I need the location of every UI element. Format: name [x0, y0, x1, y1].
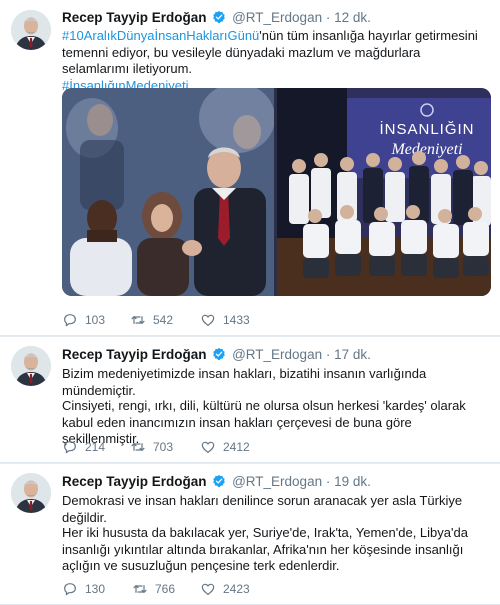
verified-badge-icon: [212, 10, 226, 24]
tweet-timestamp[interactable]: 17 dk.: [334, 347, 371, 362]
tweet-text-paragraph: Cinsiyeti, rengi, ırkı, dili, kültürü ne…: [62, 398, 466, 446]
reply-button[interactable]: 130: [62, 580, 105, 598]
like-button[interactable]: 1433: [200, 311, 250, 329]
retweet-button[interactable]: 542: [130, 311, 173, 329]
avatar[interactable]: [11, 473, 51, 513]
retweet-icon: [132, 581, 148, 597]
like-icon: [200, 439, 216, 455]
tweet-text-paragraph: Bizim medeniyetimizde insan hakları, biz…: [62, 366, 427, 398]
tweet[interactable]: Recep Tayyip Erdoğan @RT_Erdogan · 17 dk…: [0, 337, 500, 463]
verified-badge-icon: [212, 474, 226, 488]
author-handle[interactable]: @RT_Erdogan: [232, 10, 322, 25]
tweet-timestamp[interactable]: 12 dk.: [334, 10, 371, 25]
tweet-text-paragraph: Demokrasi ve insan hakları denilince sor…: [62, 493, 463, 525]
tweet-media-grid[interactable]: İNSANLIĞIN Medeniyeti: [62, 88, 491, 296]
hashtag-link[interactable]: #10AralıkDünyaİnsanHaklarıGünü: [62, 28, 259, 43]
tweet[interactable]: Recep Tayyip Erdoğan @RT_Erdogan · 12 dk…: [0, 0, 500, 336]
banner-title-line2: Medeniyeti: [390, 141, 462, 158]
banner-title-line1: İNSANLIĞIN: [379, 120, 474, 138]
like-count: 1433: [223, 313, 250, 327]
like-button[interactable]: 2423: [200, 580, 250, 598]
tweet-header: Recep Tayyip Erdoğan @RT_Erdogan · 12 dk…: [62, 10, 371, 26]
separator-dot: ·: [325, 474, 331, 489]
retweet-count: 766: [155, 582, 176, 596]
avatar[interactable]: [11, 10, 51, 50]
tweet-header: Recep Tayyip Erdoğan @RT_Erdogan · 17 dk…: [62, 347, 371, 363]
reply-count: 214: [85, 440, 106, 454]
retweet-count: 542: [153, 313, 174, 327]
retweet-icon: [130, 439, 146, 455]
separator-dot: ·: [325, 347, 331, 362]
reply-count: 103: [85, 313, 106, 327]
reply-button[interactable]: 214: [62, 438, 105, 456]
tweet-text: #10AralıkDünyaİnsanHaklarıGünü'nün tüm i…: [62, 28, 488, 94]
reply-icon: [62, 439, 78, 455]
retweet-icon: [130, 312, 146, 328]
like-icon: [200, 581, 216, 597]
avatar[interactable]: [11, 346, 51, 386]
like-count: 2412: [223, 440, 250, 454]
tweet-header: Recep Tayyip Erdoğan @RT_Erdogan · 19 dk…: [62, 474, 371, 490]
author-name[interactable]: Recep Tayyip Erdoğan: [62, 10, 207, 25]
author-name[interactable]: Recep Tayyip Erdoğan: [62, 474, 207, 489]
tweet[interactable]: Recep Tayyip Erdoğan @RT_Erdogan · 19 dk…: [0, 464, 500, 605]
avatar-image: [11, 10, 51, 50]
reply-count: 130: [85, 582, 106, 596]
avatar-image: [11, 473, 51, 513]
media-photo-right[interactable]: İNSANLIĞIN Medeniyeti: [277, 88, 491, 296]
like-button[interactable]: 2412: [200, 438, 250, 456]
avatar-image: [11, 346, 51, 386]
like-count: 2423: [223, 582, 250, 596]
retweet-button[interactable]: 703: [130, 438, 173, 456]
timeline-feed: Recep Tayyip Erdoğan @RT_Erdogan · 12 dk…: [0, 0, 500, 605]
retweet-button[interactable]: 766: [132, 580, 175, 598]
retweet-count: 703: [153, 440, 174, 454]
separator-dot: ·: [325, 10, 331, 25]
verified-badge-icon: [212, 347, 226, 361]
reply-icon: [62, 581, 78, 597]
tweet-timestamp[interactable]: 19 dk.: [334, 474, 371, 489]
author-handle[interactable]: @RT_Erdogan: [232, 474, 322, 489]
media-photo-left[interactable]: [62, 88, 274, 296]
like-icon: [200, 312, 216, 328]
tweet-text-paragraph: Her iki hususta da bakılacak yer, Suriye…: [62, 525, 468, 573]
reply-icon: [62, 312, 78, 328]
author-name[interactable]: Recep Tayyip Erdoğan: [62, 347, 207, 362]
author-handle[interactable]: @RT_Erdogan: [232, 347, 322, 362]
reply-button[interactable]: 103: [62, 311, 105, 329]
